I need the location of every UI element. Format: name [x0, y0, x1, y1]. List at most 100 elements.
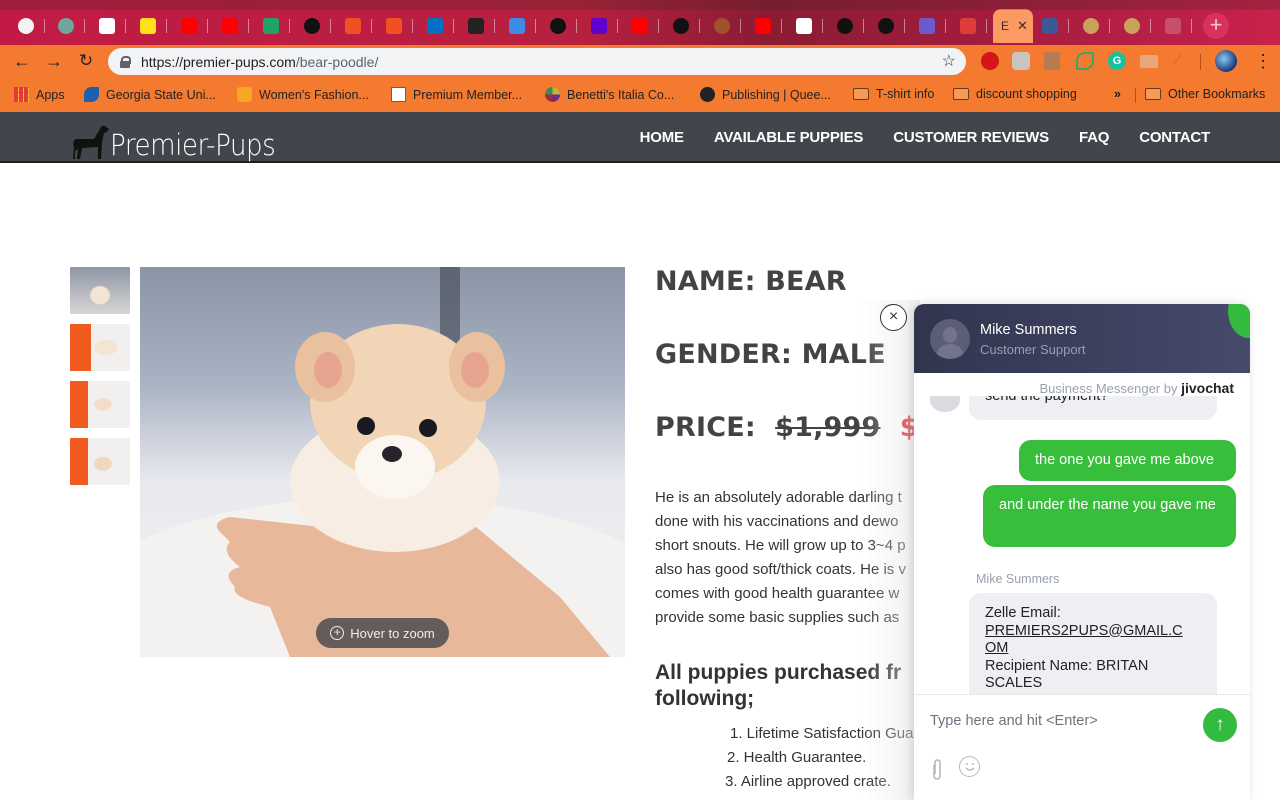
chat-messages[interactable]: send the payment? the one you gave me ab… [914, 396, 1250, 694]
nav-home[interactable]: HOME [640, 129, 684, 146]
screen-extension-icon[interactable] [1140, 55, 1158, 68]
browser-tab[interactable] [459, 9, 499, 43]
bookmark-label: Georgia State Uni... [106, 87, 216, 102]
browser-tab[interactable] [172, 9, 212, 43]
browser-tab[interactable] [746, 9, 786, 43]
leaf-extension-icon[interactable] [1076, 52, 1094, 70]
nav-customer-reviews[interactable]: CUSTOMER REVIEWS [893, 129, 1049, 146]
message-text: the one you gave me above [1035, 452, 1214, 468]
close-chat-button[interactable]: × [880, 304, 907, 331]
tab-separator [371, 19, 372, 33]
tab-separator [699, 19, 700, 33]
browser-tab[interactable] [90, 9, 130, 43]
thumbnail-4[interactable] [70, 438, 130, 485]
adblock-extension-icon[interactable] [981, 52, 999, 70]
browser-tab-active[interactable]: E ✕ [993, 9, 1033, 43]
browser-tab[interactable] [213, 9, 253, 43]
zelle-email-link[interactable]: PREMIERS2PUPS@GMAIL.C [985, 623, 1201, 641]
browser-tab[interactable] [1074, 9, 1114, 43]
emoji-icon[interactable] [959, 756, 980, 777]
bookmark-premium-member[interactable]: Premium Member... [391, 87, 522, 102]
bookmark-womens-fashion[interactable]: Women's Fashion... [237, 87, 369, 102]
nav-contact[interactable]: CONTACT [1139, 129, 1210, 146]
thumbnail-1[interactable] [70, 267, 130, 314]
forward-button[interactable]: → [43, 51, 65, 72]
close-tab-icon[interactable]: ✕ [1017, 18, 1028, 34]
main-product-image[interactable]: + Hover to zoom [140, 267, 625, 657]
browser-tab[interactable] [336, 9, 376, 43]
outlook-icon [427, 18, 443, 34]
site-logo[interactable]: Premier-Pups [70, 123, 294, 161]
carrot-extension-icon[interactable]: ⟋ [1172, 52, 1190, 70]
browser-tab[interactable] [828, 9, 868, 43]
browser-tab[interactable] [664, 9, 704, 43]
browser-menu-icon[interactable]: ⋮ [1254, 51, 1272, 71]
bulb-icon [1124, 18, 1140, 34]
reload-button[interactable]: ↻ [75, 51, 97, 71]
browser-tab[interactable] [254, 9, 294, 43]
browser-tab[interactable] [705, 9, 745, 43]
bookmark-label: Publishing | Quee... [722, 87, 831, 102]
dog-extension-icon[interactable] [1012, 52, 1030, 70]
site-logo-text: Premier-Pups [110, 128, 276, 162]
browser-tab[interactable] [418, 9, 458, 43]
thumbnail-3[interactable] [70, 381, 130, 428]
agent-avatar [930, 319, 970, 359]
browser-tab[interactable] [1156, 9, 1196, 43]
zelle-email-link[interactable]: OM [985, 640, 1201, 658]
browser-tab[interactable] [951, 9, 991, 43]
bookmark-folder-tshirt[interactable]: T-shirt info [853, 87, 934, 101]
tab-separator [1150, 19, 1151, 33]
message-line: Recipient Name: BRITAN [985, 657, 1149, 674]
powered-by[interactable]: Business Messenger by jivochat [1039, 380, 1234, 396]
tab-separator [863, 19, 864, 33]
send-button[interactable]: ↑ [1203, 708, 1237, 742]
tab-separator [1109, 19, 1110, 33]
chat-header: Mike Summers Customer Support [914, 304, 1250, 373]
grammarly-extension-icon[interactable]: G [1108, 52, 1126, 70]
chat-message-input[interactable] [930, 713, 1190, 729]
globe-icon [878, 18, 894, 34]
browser-tab[interactable] [787, 9, 827, 43]
browser-tab[interactable] [582, 9, 622, 43]
tab-separator [740, 19, 741, 33]
fashion-icon [237, 87, 252, 102]
nav-faq[interactable]: FAQ [1079, 129, 1109, 146]
browser-tab[interactable] [869, 9, 909, 43]
browser-tab[interactable] [131, 9, 171, 43]
bookmark-star-icon[interactable]: ☆ [942, 51, 956, 71]
youtube-icon [632, 18, 648, 34]
arrow-app-icon [509, 18, 525, 34]
browser-tab[interactable] [1115, 9, 1155, 43]
nav-available-puppies[interactable]: AVAILABLE PUPPIES [714, 129, 864, 146]
back-button[interactable]: ← [11, 51, 33, 72]
browser-tab[interactable] [910, 9, 950, 43]
browser-tab[interactable] [295, 9, 335, 43]
bookmark-apps[interactable]: Apps [14, 87, 65, 102]
bookmark-other[interactable]: Other Bookmarks [1145, 87, 1265, 101]
bookmark-georgia-state[interactable]: Georgia State Uni... [84, 87, 216, 102]
tab-separator [248, 19, 249, 33]
bookmark-label: T-shirt info [876, 87, 935, 101]
browser-tab[interactable] [49, 9, 89, 43]
browser-tab[interactable] [623, 9, 663, 43]
browser-tab[interactable] [9, 9, 49, 43]
tab-separator [125, 19, 126, 33]
thumbnail-2[interactable] [70, 324, 130, 371]
attach-file-icon[interactable] [930, 759, 944, 786]
browser-tab[interactable] [1033, 9, 1073, 43]
browser-tab[interactable] [377, 9, 417, 43]
browser-tab[interactable] [541, 9, 581, 43]
tab-separator [986, 19, 987, 33]
bookmark-benettis[interactable]: Benetti's Italia Co... [545, 87, 674, 102]
calendar-extension-icon[interactable] [1044, 52, 1060, 70]
bookmark-publishing[interactable]: Publishing | Quee... [700, 87, 831, 102]
browser-tab[interactable] [500, 9, 540, 43]
bookmark-folder-discount[interactable]: discount shopping [953, 87, 1077, 101]
browser-tab-strip: E ✕ [0, 0, 1280, 45]
new-tab-button[interactable]: + [1203, 13, 1229, 39]
bookmarks-overflow-button[interactable]: » [1114, 87, 1121, 101]
anchor-icon [468, 18, 484, 34]
profile-avatar[interactable] [1215, 50, 1237, 72]
address-bar[interactable]: https://premier-pups.com/bear-poodle/ ☆ [108, 48, 966, 75]
